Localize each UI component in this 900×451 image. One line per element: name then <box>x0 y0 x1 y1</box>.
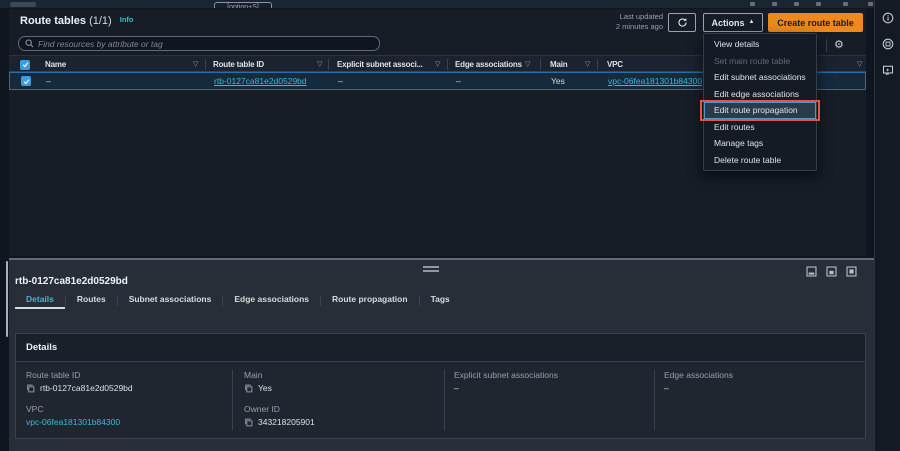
col-header-main[interactable]: Main <box>550 56 567 73</box>
field-owner-id: Owner ID 343218205901 <box>244 404 315 427</box>
menu-item-edit-edge-associations[interactable]: Edit edge associations <box>704 86 816 103</box>
divider <box>826 39 827 52</box>
caret-up-icon: ▲ <box>749 19 755 25</box>
info-icon[interactable] <box>881 11 895 25</box>
field-main: Main Yes <box>244 370 272 393</box>
navbar-icon[interactable] <box>794 2 799 6</box>
copy-icon[interactable] <box>244 384 253 393</box>
col-header-vpc[interactable]: VPC <box>607 56 623 73</box>
last-updated-label: Last updated 2 minutes ago <box>589 12 663 32</box>
col-header-edge-associations[interactable]: Edge associations <box>455 56 522 73</box>
col-header-route-table-id[interactable]: Route table ID <box>213 56 264 73</box>
search-input[interactable] <box>38 39 373 49</box>
page-title: Route tables (1/1) Info <box>20 15 134 27</box>
menu-item-delete-route-table[interactable]: Delete route table <box>704 152 816 169</box>
column-divider <box>232 370 233 430</box>
navbar-icon[interactable] <box>772 2 777 6</box>
details-heading: Details <box>16 334 865 362</box>
sort-icon[interactable]: ▽ <box>585 56 590 73</box>
menu-item-manage-tags[interactable]: Manage tags <box>704 135 816 152</box>
split-panel-drag-handle[interactable] <box>423 266 439 272</box>
filter-search-box[interactable] <box>18 36 380 51</box>
copy-icon[interactable] <box>26 384 35 393</box>
field-vpc: VPC vpc-06fea181301b84300 <box>26 404 120 427</box>
split-panel-title: rtb-0127ca81e2d0529bd <box>15 276 128 287</box>
column-divider <box>447 59 448 70</box>
preferences-gear-icon[interactable]: ⚙ <box>834 40 844 51</box>
tools-icon[interactable] <box>881 37 895 51</box>
menu-item-edit-route-propagation[interactable]: Edit route propagation <box>704 102 816 119</box>
navbar-icon[interactable] <box>843 2 848 6</box>
copy-icon[interactable] <box>244 418 253 427</box>
cell-main: Yes <box>551 73 565 89</box>
create-route-table-label: Create route table <box>777 18 854 28</box>
top-navbar: [option+S] <box>0 0 900 8</box>
menu-item-edit-routes[interactable]: Edit routes <box>704 119 816 136</box>
split-panel-tabs: Details Routes Subnet associations Edge … <box>15 292 461 309</box>
row-checkbox[interactable] <box>21 76 31 86</box>
details-card: Details Route table ID rtb-0127ca81e2d05… <box>15 333 866 439</box>
column-divider <box>654 370 655 430</box>
menu-item-view-details[interactable]: View details <box>704 36 816 53</box>
left-scrollbar-thumb[interactable] <box>6 261 8 337</box>
sort-icon[interactable]: ▽ <box>435 56 440 73</box>
console-search-box[interactable]: [option+S] <box>214 2 272 8</box>
menu-item-set-main-route-table: Set main route table <box>704 53 816 70</box>
col-header-name[interactable]: Name <box>45 56 66 73</box>
field-route-table-id: Route table ID rtb-0127ca81e2d0529bd <box>26 370 133 393</box>
tab-route-propagation[interactable]: Route propagation <box>321 292 419 309</box>
sort-icon[interactable]: ▽ <box>525 56 530 73</box>
select-all-checkbox[interactable] <box>20 60 30 70</box>
cell-explicit-subnet: – <box>338 73 343 89</box>
page-title-text: Route tables <box>20 15 86 27</box>
column-divider <box>540 59 541 70</box>
sort-icon[interactable]: ▽ <box>317 56 322 73</box>
split-panel: rtb-0127ca81e2d0529bd Details Routes Sub… <box>9 258 874 451</box>
aws-logo <box>10 2 36 7</box>
cell-name: – <box>46 73 51 89</box>
cell-edge-associations: – <box>456 73 461 89</box>
create-route-table-button[interactable]: Create route table <box>768 13 863 32</box>
column-divider <box>205 59 206 70</box>
col-header-explicit-subnet[interactable]: Explicit subnet associ... <box>337 56 423 73</box>
tab-details[interactable]: Details <box>15 292 65 309</box>
navbar-icon[interactable] <box>816 2 821 6</box>
actions-dropdown-menu: View details Set main route table Edit s… <box>703 33 817 171</box>
navbar-icon[interactable] <box>868 2 873 6</box>
resource-count: (1/1) <box>89 15 112 27</box>
info-link[interactable]: Info <box>120 15 134 24</box>
column-divider <box>328 59 329 70</box>
field-explicit-subnet-associations: Explicit subnet associations – <box>454 370 558 393</box>
menu-item-edit-subnet-associations[interactable]: Edit subnet associations <box>704 69 816 86</box>
cell-vpc-link[interactable]: vpc-06fea181301b84300 <box>608 73 702 89</box>
refresh-icon <box>677 17 688 28</box>
sort-icon[interactable]: ▽ <box>193 56 198 73</box>
cell-route-table-id-link[interactable]: rtb-0127ca81e2d0529bd <box>214 73 307 89</box>
actions-button-label: Actions <box>712 18 745 28</box>
field-edge-associations: Edge associations – <box>664 370 733 393</box>
vpc-link[interactable]: vpc-06fea181301b84300 <box>26 417 120 427</box>
search-icon <box>25 39 34 48</box>
refresh-button[interactable] <box>668 13 696 32</box>
tab-edge-associations[interactable]: Edge associations <box>223 292 320 309</box>
panel-bottom-layout-icon[interactable] <box>806 266 817 277</box>
panel-split-layout-icon[interactable] <box>826 266 837 277</box>
column-divider <box>444 370 445 430</box>
actions-button[interactable]: Actions ▲ <box>703 13 763 32</box>
navbar-icon[interactable] <box>750 2 755 6</box>
column-divider <box>597 59 598 70</box>
tab-tags[interactable]: Tags <box>420 292 461 309</box>
tab-subnet-associations[interactable]: Subnet associations <box>118 292 223 309</box>
side-panel-icon[interactable] <box>881 63 895 77</box>
right-tools-rail <box>874 0 900 451</box>
sort-icon[interactable]: ▽ <box>857 56 862 73</box>
panel-side-layout-icon[interactable] <box>846 266 857 277</box>
aws-console-screen: [option+S] Route tables (1/1) Info Last … <box>0 0 900 451</box>
tab-routes[interactable]: Routes <box>66 292 117 309</box>
search-shortcut-hint: [option+S] <box>227 4 259 8</box>
